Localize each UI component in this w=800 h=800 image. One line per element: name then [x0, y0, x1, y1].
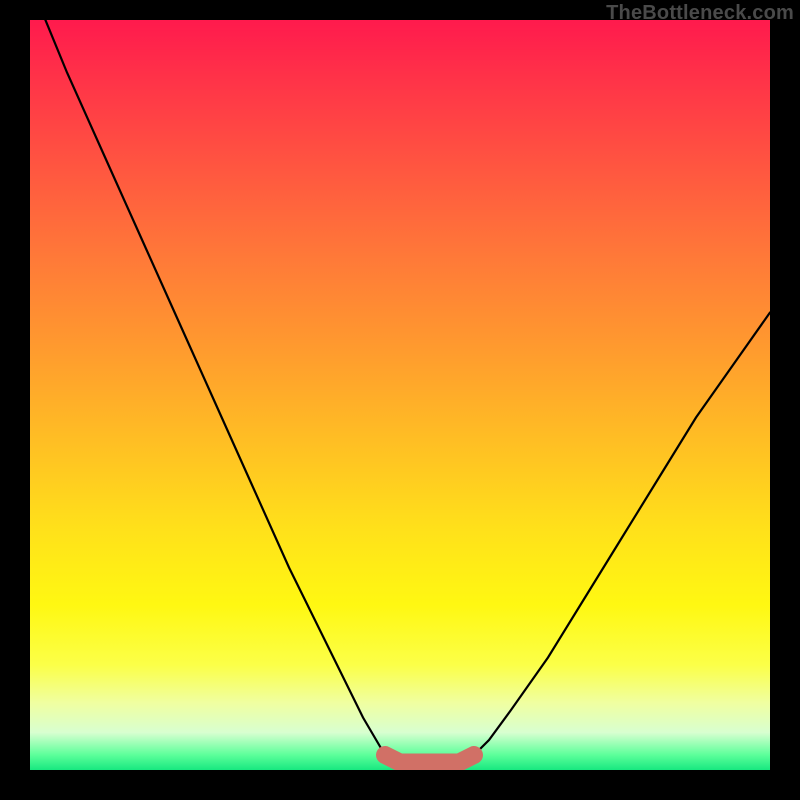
- plot-area: [30, 20, 770, 770]
- bottleneck-curve: [30, 20, 770, 763]
- watermark-text: TheBottleneck.com: [606, 2, 794, 25]
- curve-layer: [30, 20, 770, 770]
- chart-frame: TheBottleneck.com: [0, 0, 800, 800]
- highlight-band: [385, 755, 474, 763]
